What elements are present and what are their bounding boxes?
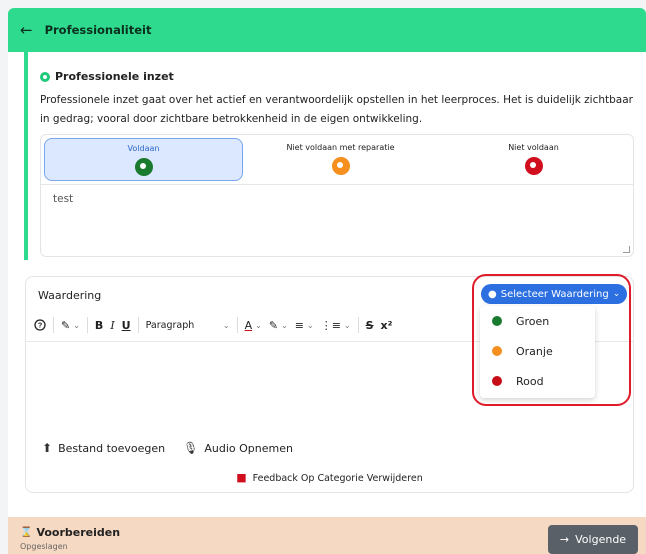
- paragraph-select[interactable]: Paragraph ⌄: [146, 320, 230, 331]
- editor-toolbar: ? ✎ ⌄ B I U Paragraph ⌄ A ⌄ ✎ ⌄ ≡ ⌄ ⋮≡ ⌄ S x²: [34, 315, 399, 335]
- toolbar-separator: [236, 317, 238, 333]
- stage-status: ⌛ Voorbereiden: [20, 526, 120, 539]
- page-header: ← Professionaliteit: [8, 8, 646, 52]
- align-icon[interactable]: ≡ ⌄: [295, 319, 314, 332]
- criterion-section: Professionele inzet Professionele inzet …: [24, 52, 638, 260]
- italic-button[interactable]: I: [110, 319, 114, 332]
- underline-button[interactable]: U: [122, 319, 131, 332]
- option-label: Niet voldaan met reparatie: [286, 143, 395, 152]
- list-icon[interactable]: ⋮≡ ⌄: [321, 319, 351, 332]
- editor-actions: ⬆ Bestand toevoegen 🎙 Audio Opnemen: [42, 441, 311, 455]
- help-icon[interactable]: ?: [34, 319, 46, 331]
- toolbar-separator: [137, 317, 139, 333]
- comment-textarea[interactable]: test: [53, 193, 73, 205]
- superscript-button[interactable]: x²: [381, 319, 393, 332]
- rating-box: Voldaan Niet voldaan met reparatie Niet …: [40, 134, 634, 257]
- paragraph-select-label: Paragraph: [145, 319, 195, 331]
- criterion-status-icon: [40, 71, 50, 82]
- next-button-label: Volgende: [575, 533, 627, 546]
- stage-label: Voorbereiden: [36, 526, 121, 539]
- upload-icon: ⬆: [42, 441, 53, 455]
- page-title: Professionaliteit: [44, 23, 152, 37]
- option-niet-voldaan-met-reparatie[interactable]: Niet voldaan met reparatie: [241, 138, 440, 181]
- toolbar-separator: [53, 317, 54, 333]
- page-footer: ⌛ Voorbereiden Opgeslagen → Volgende: [8, 517, 646, 554]
- add-file-button[interactable]: ⬆ Bestand toevoegen: [42, 441, 165, 455]
- microphone-icon: 🎙: [183, 441, 199, 455]
- red-ring-icon: [524, 157, 543, 175]
- highlight-icon[interactable]: ✎ ⌄: [269, 319, 288, 332]
- option-label: Niet voldaan: [508, 143, 559, 152]
- criterion-title: Professionele inzet: [40, 70, 174, 83]
- next-button[interactable]: → Volgende: [548, 525, 638, 554]
- criterion-description: Professionele inzet gaat over het actief…: [40, 94, 633, 125]
- arrow-left-icon[interactable]: ←: [20, 21, 33, 39]
- option-niet-voldaan[interactable]: Niet voldaan: [434, 138, 633, 181]
- green-ring-icon: [134, 158, 153, 176]
- toolbar-separator: [357, 317, 359, 333]
- font-color-icon[interactable]: A ⌄: [245, 319, 262, 332]
- delete-feedback-button[interactable]: ■ Feedback Op Categorie Verwijderen: [26, 471, 633, 484]
- delete-feedback-label: Feedback Op Categorie Verwijderen: [252, 473, 423, 484]
- svg-text:?: ?: [38, 321, 43, 330]
- criterion-title-text: Professionele inzet: [55, 70, 174, 83]
- add-file-label: Bestand toevoegen: [58, 441, 166, 455]
- orange-ring-icon: [331, 157, 350, 175]
- resize-handle-icon[interactable]: [623, 246, 630, 253]
- highlight-annotation: [472, 274, 631, 406]
- pen-icon[interactable]: ✎ ⌄: [61, 319, 80, 332]
- record-audio-button[interactable]: 🎙 Audio Opnemen: [183, 441, 293, 455]
- trash-icon: ■: [236, 471, 247, 484]
- record-audio-label: Audio Opnemen: [204, 441, 293, 455]
- option-label: Voldaan: [127, 144, 160, 153]
- bold-button[interactable]: B: [95, 319, 103, 332]
- editor-title: Waardering: [38, 289, 102, 302]
- option-voldaan[interactable]: Voldaan: [44, 138, 243, 181]
- toolbar-separator: [86, 317, 88, 333]
- save-status: Opgeslagen: [20, 542, 68, 551]
- divider: [41, 184, 633, 185]
- arrow-right-icon: →: [559, 533, 570, 546]
- strikethrough-button[interactable]: S: [366, 319, 374, 332]
- hourglass-icon: ⌛: [20, 527, 33, 538]
